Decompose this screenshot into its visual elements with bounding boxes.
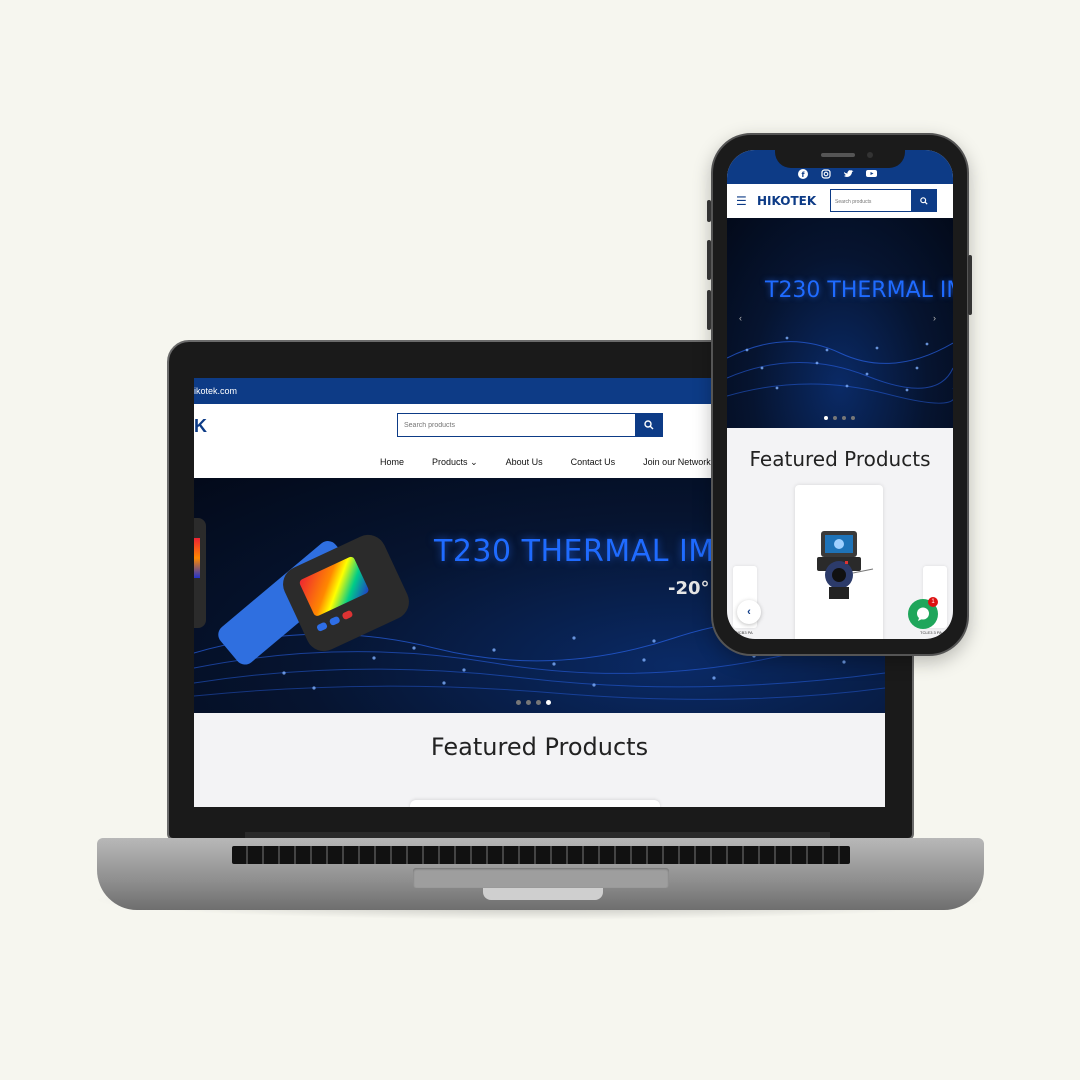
nav-network[interactable]: Join our Network <box>643 457 711 468</box>
facebook-icon[interactable]: f <box>797 168 808 179</box>
phone-side-button <box>707 200 711 222</box>
nav-home[interactable]: Home <box>380 457 404 468</box>
slider-dot[interactable] <box>833 416 837 420</box>
laptop-search-input[interactable] <box>398 414 636 437</box>
featured-title: Featured Products <box>430 733 649 761</box>
topbar-domain: ikotek.com <box>194 386 238 396</box>
product-card-left-label: WCB3 PA <box>735 630 753 635</box>
laptop-logo[interactable]: K <box>194 416 207 437</box>
nav-about[interactable]: About Us <box>506 457 543 468</box>
search-icon <box>920 196 928 205</box>
carousel-prev-icon[interactable]: ‹ <box>739 313 742 323</box>
slider-dot-active[interactable] <box>824 416 828 420</box>
phone-search-button[interactable] <box>911 189 937 212</box>
slider-dot[interactable] <box>842 416 846 420</box>
social-links: f <box>797 168 877 179</box>
chat-notification-badge: 1 <box>928 597 938 607</box>
laptop-search-box <box>397 413 663 437</box>
phone-hero-banner[interactable]: T230 THERMAL IM ‹ › <box>727 218 953 428</box>
instagram-icon[interactable] <box>820 168 831 179</box>
carousel-next-icon[interactable]: › <box>933 313 936 323</box>
product-card[interactable] <box>795 485 883 639</box>
laptop-trackpad <box>413 868 669 888</box>
phone-slider-dots <box>824 416 855 420</box>
slider-dot-active[interactable] <box>546 700 551 705</box>
hamburger-menu-icon[interactable]: ☰ <box>736 195 747 207</box>
phone-screen: f ☰ HIKOTEK T230 THERMAL IM ‹ <box>727 150 953 639</box>
hero-title: T230 THERMAL IMA <box>434 534 736 569</box>
phone-search-box <box>830 189 937 213</box>
laptop-keyboard <box>232 846 850 864</box>
slider-dot[interactable] <box>851 416 855 420</box>
twitter-icon[interactable] <box>843 168 854 179</box>
slider-dot[interactable] <box>536 700 541 705</box>
youtube-icon[interactable] <box>866 168 877 179</box>
phone-featured-title: Featured Products <box>749 447 931 471</box>
nav-contact[interactable]: Contact Us <box>571 457 616 468</box>
product-prev-button[interactable]: ‹ <box>737 600 761 624</box>
product-image <box>799 525 879 605</box>
phone-header: ☰ HIKOTEK <box>727 184 953 218</box>
product-card[interactable] <box>410 800 660 807</box>
phone-side-button <box>707 240 711 280</box>
network-mesh-graphic <box>727 336 953 404</box>
phone-power-button <box>968 255 972 315</box>
laptop-lip <box>483 888 603 900</box>
phone-speaker <box>821 153 855 157</box>
slider-dot[interactable] <box>516 700 521 705</box>
chevron-down-icon: ⌄ <box>470 457 478 467</box>
slider-dot[interactable] <box>526 700 531 705</box>
product-card-right-label: TCLE3 3 PA <box>920 630 942 635</box>
chat-icon <box>917 607 929 621</box>
laptop-nav: Home Products ⌄ About Us Contact Us Join… <box>380 457 711 468</box>
hero-subtitle: -20° <box>668 578 710 599</box>
phone-hero-title: T230 THERMAL IM <box>765 278 953 303</box>
search-icon <box>644 420 654 430</box>
phone-notch <box>775 140 905 168</box>
phone-side-button <box>707 290 711 330</box>
phone-camera <box>867 152 873 158</box>
phone-search-input[interactable] <box>831 191 911 213</box>
phone-logo[interactable]: HIKOTEK <box>757 194 816 208</box>
thermal-camera-partial <box>194 518 206 628</box>
nav-products[interactable]: Products ⌄ <box>432 457 478 468</box>
laptop-search-button[interactable] <box>635 413 663 437</box>
nav-products-label: Products <box>432 457 468 467</box>
slider-dots <box>516 700 551 705</box>
